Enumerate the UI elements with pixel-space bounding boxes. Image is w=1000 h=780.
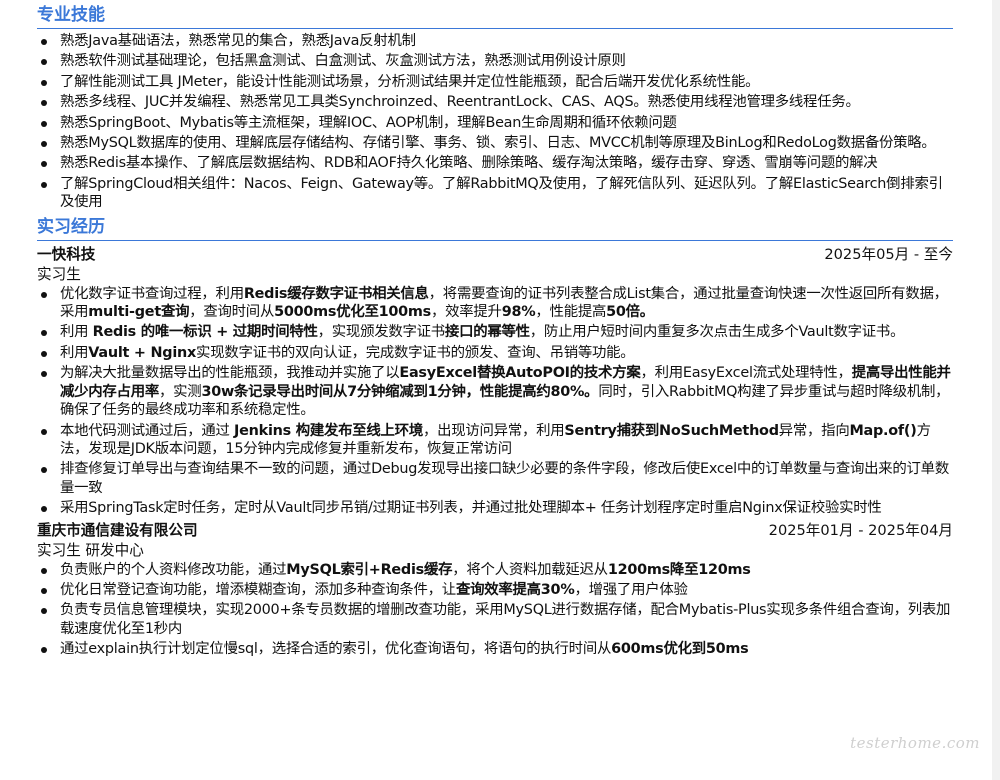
text: ，出现访问异常，利用 — [422, 422, 565, 439]
job-date: 2025年01月 - 2025年04月 — [768, 521, 953, 539]
bold-text: 查询效率提高30% — [455, 581, 575, 598]
text: 熟悉Java基础语法，熟悉常见的集合，熟悉Java反射机制 — [60, 33, 416, 49]
text: 熟悉MySQL数据库的使用、理解底层存储结构、存储引擎、事务、锁、索引、日志、M… — [60, 135, 936, 152]
list-item: 采用SpringTask定时任务，定时从Vault同步吊销/过期证书列表，并通过… — [37, 499, 953, 517]
text: 负责账户的个人资料修改功能，通过 — [60, 561, 287, 578]
bold-text: 98% — [501, 304, 536, 321]
bold-text: Map.of() — [849, 422, 917, 439]
text: 异常，指向 — [778, 422, 850, 439]
list-item: 熟悉SpringBoot、Mybatis等主流框架，理解IOC、AOP机制，理解… — [37, 114, 953, 132]
bold-text: 接口的幂等性 — [444, 324, 530, 341]
scrollbar-track[interactable] — [992, 0, 1000, 780]
bold-text: Vault + Nginx — [88, 344, 197, 361]
job-entry: 重庆市通信建设有限公司 2025年01月 - 2025年04月 实习生 研发中心… — [37, 520, 953, 659]
job-header: 一快科技 2025年05月 - 至今 — [37, 244, 953, 265]
text: 通过explain执行计划定位慢sql，选择合适的索引，优化查询语句，将语句的执… — [60, 641, 612, 658]
job-header: 重庆市通信建设有限公司 2025年01月 - 2025年04月 — [37, 520, 953, 541]
text: ，防止用户短时间内重复多次点击生成多个Vault数字证书。 — [529, 324, 905, 341]
list-item: 本地代码测试通过后，通过 Jenkins 构建发布至线上环境，出现访问异常，利用… — [37, 422, 953, 459]
text: 优化数字证书查询过程，利用 — [60, 285, 244, 302]
job-role: 实习生 研发中心 — [37, 541, 144, 559]
bold-text: multi-get查询 — [88, 304, 190, 321]
bold-text: EasyExcel替换AutoPOI的技术方案 — [399, 365, 641, 382]
list-item: 熟悉Redis基本操作、了解底层数据结构、RDB和AOF持久化策略、删除策略、缓… — [37, 154, 953, 172]
text: ，性能提高 — [535, 304, 607, 321]
text: ，增强了用户体验 — [574, 581, 688, 598]
list-item: 利用Vault + Nginx实现数字证书的双向认证，完成数字证书的颁发、查询、… — [37, 344, 953, 362]
list-item: 熟悉MySQL数据库的使用、理解底层存储结构、存储引擎、事务、锁、索引、日志、M… — [37, 134, 953, 152]
text: 利用 — [60, 324, 93, 341]
company-name: 一快科技 — [37, 245, 96, 263]
bold-text: Redis 的唯一标识 + 过期时间特性 — [92, 324, 318, 341]
company-name: 重庆市通信建设有限公司 — [37, 521, 198, 539]
text: 排查修复订单导出与查询结果不一致的问题，通过Debug发现导出接口缺少必要的条件… — [60, 461, 949, 496]
text: 本地代码测试通过后，通过 — [60, 422, 235, 439]
list-item: 了解性能测试工具 JMeter，能设计性能测试场景，分析测试结果并定位性能瓶颈，… — [37, 73, 953, 91]
text: 熟悉SpringBoot、Mybatis等主流框架，理解IOC、AOP机制，理解… — [60, 114, 677, 131]
list-item: 熟悉多线程、JUC并发编程、熟悉常见工具类Synchroinzed、Reentr… — [37, 93, 953, 111]
text: 利用 — [60, 344, 89, 361]
bold-text: 50倍。 — [606, 304, 654, 321]
job-entry: 一快科技 2025年05月 - 至今 实习生 优化数字证书查询过程，利用Redi… — [37, 244, 953, 518]
job-role: 实习生 — [37, 265, 81, 283]
text: ，实现颁发数字证书 — [317, 324, 446, 341]
bold-text: Jenkins 构建发布至线上环境 — [234, 422, 423, 439]
watermark: testerhome.com — [850, 734, 980, 752]
text: ，效率提升 — [430, 304, 502, 321]
text: 优化日常登记查询功能，增添模糊查询，添加多种查询条件，让 — [60, 581, 456, 598]
resume-page: 专业技能 熟悉Java基础语法，熟悉常见的集合，熟悉Java反射机制熟悉软件测试… — [37, 2, 953, 661]
text: 熟悉多线程、JUC并发编程、熟悉常见工具类Synchroinzed、Reentr… — [60, 94, 860, 111]
text: 为解决大批量数据导出的性能瓶颈，我推动并实施了以 — [60, 365, 400, 382]
text: 负责专员信息管理模块，实现2000+条专员数据的增删改查功能，采用MySQL进行… — [60, 602, 951, 637]
bold-text: 30w条记录导出时间从7分钟缩减到1分钟，性能提高约80%。 — [201, 383, 599, 400]
text: ，实测 — [159, 383, 202, 400]
bold-text: Redis缓存数字证书相关信息 — [243, 285, 429, 302]
text: ，利用EasyExcel流式处理特性， — [640, 365, 852, 382]
list-item: 优化日常登记查询功能，增添模糊查询，添加多种查询条件，让查询效率提高30%，增强… — [37, 581, 953, 599]
section-title-skills: 专业技能 — [37, 2, 953, 29]
text: 了解性能测试工具 JMeter，能设计性能测试场景，分析测试结果并定位性能瓶颈，… — [60, 73, 760, 90]
skills-list: 熟悉Java基础语法，熟悉常见的集合，熟悉Java反射机制熟悉软件测试基础理论，… — [37, 32, 953, 212]
text: 熟悉软件测试基础理论，包括黑盒测试、白盒测试、灰盒测试方法，熟悉测试用例设计原则 — [60, 53, 626, 70]
job-date: 2025年05月 - 至今 — [824, 245, 953, 263]
list-item: 负责账户的个人资料修改功能，通过MySQL索引+Redis缓存，将个人资料加载延… — [37, 561, 953, 579]
bold-text: 1200ms降至120ms — [607, 561, 751, 578]
bold-text: 600ms优化到50ms — [611, 641, 749, 658]
list-item: 排查修复订单导出与查询结果不一致的问题，通过Debug发现导出接口缺少必要的条件… — [37, 460, 953, 497]
text: ，将个人资料加载延迟从 — [452, 561, 608, 578]
list-item: 通过explain执行计划定位慢sql，选择合适的索引，优化查询语句，将语句的执… — [37, 640, 953, 658]
bold-text: 5000ms优化至100ms — [274, 304, 431, 321]
text: 熟悉Redis基本操作、了解底层数据结构、RDB和AOF持久化策略、删除策略、缓… — [60, 155, 878, 172]
text: 采用SpringTask定时任务，定时从Vault同步吊销/过期证书列表，并通过… — [60, 500, 882, 517]
list-item: 负责专员信息管理模块，实现2000+条专员数据的增删改查功能，采用MySQL进行… — [37, 601, 953, 638]
list-item: 利用 Redis 的唯一标识 + 过期时间特性，实现颁发数字证书接口的幂等性，防… — [37, 323, 953, 341]
text: 实现数字证书的双向认证，完成数字证书的颁发、查询、吊销等功能。 — [196, 344, 635, 361]
list-item: 优化数字证书查询过程，利用Redis缓存数字证书相关信息，将需要查询的证书列表整… — [37, 285, 953, 322]
list-item: 为解决大批量数据导出的性能瓶颈，我推动并实施了以EasyExcel替换AutoP… — [37, 364, 953, 419]
bold-text: MySQL索引+Redis缓存 — [286, 561, 453, 578]
section-title-internship: 实习经历 — [37, 214, 953, 241]
list-item: 熟悉软件测试基础理论，包括黑盒测试、白盒测试、灰盒测试方法，熟悉测试用例设计原则 — [37, 52, 953, 70]
job-duties-list: 优化数字证书查询过程，利用Redis缓存数字证书相关信息，将需要查询的证书列表整… — [37, 285, 953, 518]
job-duties-list: 负责账户的个人资料修改功能，通过MySQL索引+Redis缓存，将个人资料加载延… — [37, 561, 953, 659]
list-item: 了解SpringCloud相关组件：Nacos、Feign、Gateway等。了… — [37, 175, 953, 212]
text: ，查询时间从 — [189, 304, 275, 321]
bold-text: Sentry捕获到NoSuchMethod — [564, 422, 779, 439]
list-item: 熟悉Java基础语法，熟悉常见的集合，熟悉Java反射机制 — [37, 32, 953, 50]
text: 了解SpringCloud相关组件：Nacos、Feign、Gateway等。了… — [60, 175, 943, 211]
